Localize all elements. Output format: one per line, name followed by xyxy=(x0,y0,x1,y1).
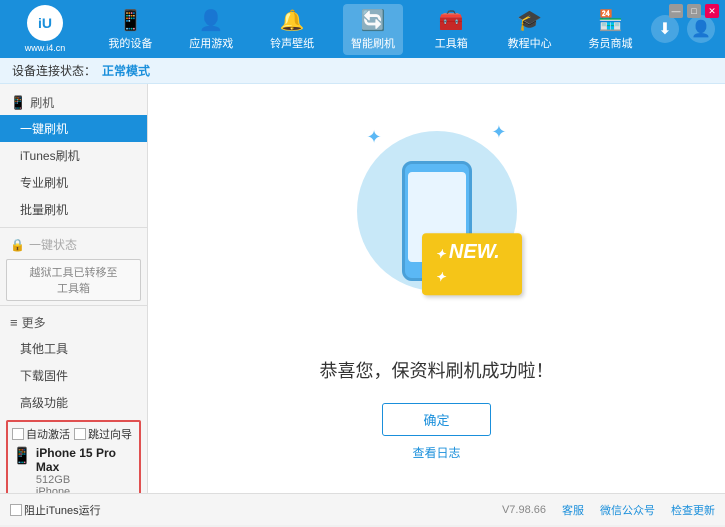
flash-section-icon: 📱 xyxy=(10,95,26,111)
auto-activate-label: 自动激活 xyxy=(26,426,70,442)
sidebar-status-label: 一键状态 xyxy=(29,236,77,253)
sidebar-item-one-key-flash[interactable]: 一键刷机 xyxy=(0,115,147,142)
bottom-left: 阻止iTunes运行 xyxy=(10,502,101,518)
nav-ringtones[interactable]: 🔔 铃声壁纸 xyxy=(262,4,322,55)
nav-tutorial-label: 教程中心 xyxy=(508,35,552,51)
sidebar-item-itunes-flash[interactable]: iTunes刷机 xyxy=(0,142,147,169)
tutorial-icon: 🎓 xyxy=(517,8,542,33)
sidebar-item-other-tools[interactable]: 其他工具 xyxy=(0,335,147,362)
logo-symbol: iU xyxy=(38,15,52,31)
device-storage: 512GB xyxy=(36,474,135,486)
sidebar-item-download-firmware[interactable]: 下载固件 xyxy=(0,362,147,389)
sidebar-item-advanced[interactable]: 高级功能 xyxy=(0,389,147,416)
disabled-text: 越狱工具已转移至工具箱 xyxy=(30,267,118,295)
sidebar-item-pro-flash[interactable]: 专业刷机 xyxy=(0,169,147,196)
smart-flash-icon: 🔄 xyxy=(361,8,386,33)
confirm-button[interactable]: 确定 xyxy=(382,403,490,436)
sidebar-divider-1 xyxy=(0,227,147,228)
bottom-right: V7.98.66 客服 微信公众号 检查更新 xyxy=(502,502,715,518)
sidebar-flash-header: 📱 刷机 xyxy=(0,90,147,115)
guide-box[interactable] xyxy=(74,428,86,440)
logo-subtitle: www.i4.cn xyxy=(25,43,66,53)
device-checkboxes: 自动激活 跳过向导 xyxy=(12,426,135,442)
sidebar-more-label: 更多 xyxy=(22,314,46,331)
auto-activate-checkbox[interactable]: 自动激活 xyxy=(12,426,70,442)
sidebar-more-section: ≡ 更多 其他工具 下载固件 高级功能 xyxy=(0,310,147,416)
device-name: iPhone 15 Pro Max xyxy=(36,446,135,474)
customer-service-link[interactable]: 客服 xyxy=(562,502,584,518)
business-icon: 🏪 xyxy=(598,8,623,33)
status-bar: 设备连接状态： 正常模式 xyxy=(0,58,725,84)
more-section-icon: ≡ xyxy=(10,315,18,330)
device-phone-icon: 📱 xyxy=(12,446,32,466)
user-button[interactable]: 👤 xyxy=(687,15,715,43)
sidebar-flash-label: 刷机 xyxy=(30,94,54,111)
bottom-bar: 阻止iTunes运行 V7.98.66 客服 微信公众号 检查更新 xyxy=(0,493,725,525)
sidebar-item-batch-flash[interactable]: 批量刷机 xyxy=(0,196,147,223)
itunes-checkbox-label[interactable]: 阻止iTunes运行 xyxy=(10,502,101,518)
main-layout: 📱 刷机 一键刷机 iTunes刷机 专业刷机 批量刷机 🔒 一键状态 越狱工具… xyxy=(0,84,725,493)
toolbox-icon: 🧰 xyxy=(439,8,464,33)
sparkle-right-icon: ✦ xyxy=(491,122,506,143)
sidebar-disabled-notice: 越狱工具已转移至工具箱 xyxy=(6,259,141,301)
download-button[interactable]: ⬇ xyxy=(651,15,679,43)
device-details: iPhone 15 Pro Max 512GB iPhone xyxy=(36,446,135,493)
window-controls: — □ ✕ xyxy=(669,4,719,18)
nav-tutorial[interactable]: 🎓 教程中心 xyxy=(500,4,560,55)
itunes-block-checkbox[interactable] xyxy=(10,504,22,516)
check-update-link[interactable]: 检查更新 xyxy=(671,502,715,518)
phone-illustration: ✦ ✦ NEW. xyxy=(337,117,537,337)
guide-checkbox[interactable]: 跳过向导 xyxy=(74,426,132,442)
auto-activate-box[interactable] xyxy=(12,428,24,440)
maximize-button[interactable]: □ xyxy=(687,4,701,18)
sparkle-left-icon: ✦ xyxy=(367,127,382,148)
nav-apps-games-label: 应用游戏 xyxy=(189,35,233,51)
nav-apps-games[interactable]: 👤 应用游戏 xyxy=(181,4,241,55)
logo: iU www.i4.cn xyxy=(10,5,80,53)
close-button[interactable]: ✕ xyxy=(705,4,719,18)
logo-icon: iU xyxy=(27,5,63,41)
nav-ringtones-label: 铃声壁纸 xyxy=(270,35,314,51)
nav-bar: 📱 我的设备 👤 应用游戏 🔔 铃声壁纸 🔄 智能刷机 🧰 工具箱 🎓 xyxy=(90,4,651,55)
content-area: ✦ ✦ NEW. 恭喜您，保资料刷机成功啦！ 确定 查看日志 xyxy=(148,84,725,493)
sidebar-status-section: 🔒 一键状态 越狱工具已转移至工具箱 xyxy=(0,232,147,301)
nav-business[interactable]: 🏪 务员商城 xyxy=(580,4,640,55)
sidebar-flash-section: 📱 刷机 一键刷机 iTunes刷机 专业刷机 批量刷机 xyxy=(0,90,147,223)
nav-my-device-label: 我的设备 xyxy=(108,35,152,51)
status-mode: 正常模式 xyxy=(102,62,150,79)
version-label: V7.98.66 xyxy=(502,504,546,516)
new-badge: NEW. xyxy=(422,233,522,295)
nav-smart-flash[interactable]: 🔄 智能刷机 xyxy=(343,4,403,55)
nav-toolbox[interactable]: 🧰 工具箱 xyxy=(424,4,479,55)
nav-smart-flash-label: 智能刷机 xyxy=(351,35,395,51)
device-type: iPhone xyxy=(36,486,135,493)
nav-business-label: 务员商城 xyxy=(588,35,632,51)
ringtones-icon: 🔔 xyxy=(280,8,305,33)
sidebar-divider-2 xyxy=(0,305,147,306)
nav-my-device[interactable]: 📱 我的设备 xyxy=(100,4,160,55)
lock-icon: 🔒 xyxy=(10,238,25,252)
sidebar: 📱 刷机 一键刷机 iTunes刷机 专业刷机 批量刷机 🔒 一键状态 越狱工具… xyxy=(0,84,148,493)
header-right: ⬇ 👤 xyxy=(651,15,715,43)
my-device-icon: 📱 xyxy=(118,8,143,33)
guide-label: 跳过向导 xyxy=(88,426,132,442)
status-prefix: 设备连接状态： xyxy=(12,62,96,79)
log-link[interactable]: 查看日志 xyxy=(412,444,460,461)
success-text: 恭喜您，保资料刷机成功啦！ xyxy=(320,357,554,383)
apps-games-icon: 👤 xyxy=(199,8,224,33)
wechat-link[interactable]: 微信公众号 xyxy=(600,502,655,518)
sidebar-status-header: 🔒 一键状态 xyxy=(0,232,147,257)
device-info: 📱 iPhone 15 Pro Max 512GB iPhone xyxy=(12,446,135,493)
sidebar-more-header: ≡ 更多 xyxy=(0,310,147,335)
device-section: 自动激活 跳过向导 📱 iPhone 15 Pro Max 512GB iPho… xyxy=(6,420,141,493)
itunes-block-label: 阻止iTunes运行 xyxy=(24,502,101,518)
minimize-button[interactable]: — xyxy=(669,4,683,18)
header: iU www.i4.cn 📱 我的设备 👤 应用游戏 🔔 铃声壁纸 🔄 智能刷机 xyxy=(0,0,725,58)
nav-toolbox-label: 工具箱 xyxy=(435,35,468,51)
